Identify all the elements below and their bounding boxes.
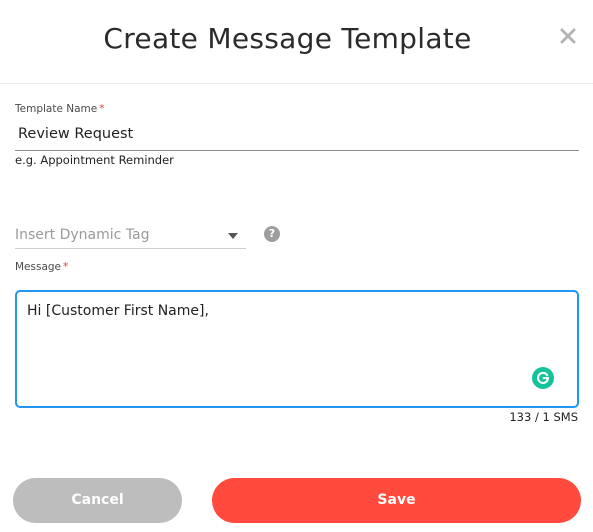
close-icon (560, 28, 576, 44)
template-name-hint: e.g. Appointment Reminder (15, 153, 174, 167)
dynamic-tag-underline (15, 248, 246, 249)
create-template-dialog: Create Message Template Template Name * R… (0, 0, 593, 532)
message-label-text: Message (15, 261, 62, 273)
required-asterisk: * (63, 261, 69, 273)
dynamic-tag-select[interactable]: Insert Dynamic Tag (15, 222, 246, 249)
message-text: Hi [Customer First Name], (27, 303, 209, 319)
caret-down-icon (228, 233, 238, 239)
template-name-label-text: Template Name (15, 103, 98, 115)
dialog-header: Create Message Template (0, 0, 593, 84)
template-name-label: Template Name * (15, 103, 104, 115)
message-textarea[interactable]: Hi [Customer First Name], (15, 290, 579, 408)
sms-counter: 133 / 1 SMS (509, 410, 578, 424)
save-button[interactable]: Save (212, 478, 581, 523)
grammarly-icon[interactable] (532, 367, 554, 389)
close-button[interactable] (556, 24, 580, 48)
cancel-button[interactable]: Cancel (13, 478, 182, 523)
template-name-input[interactable]: Review Request (18, 126, 133, 142)
dynamic-tag-placeholder: Insert Dynamic Tag (15, 227, 150, 243)
message-label: Message * (15, 261, 68, 273)
dialog-title: Create Message Template (103, 22, 472, 55)
required-asterisk: * (99, 103, 105, 115)
question-mark-icon[interactable]: ? (264, 226, 280, 242)
template-name-underline (15, 150, 579, 151)
